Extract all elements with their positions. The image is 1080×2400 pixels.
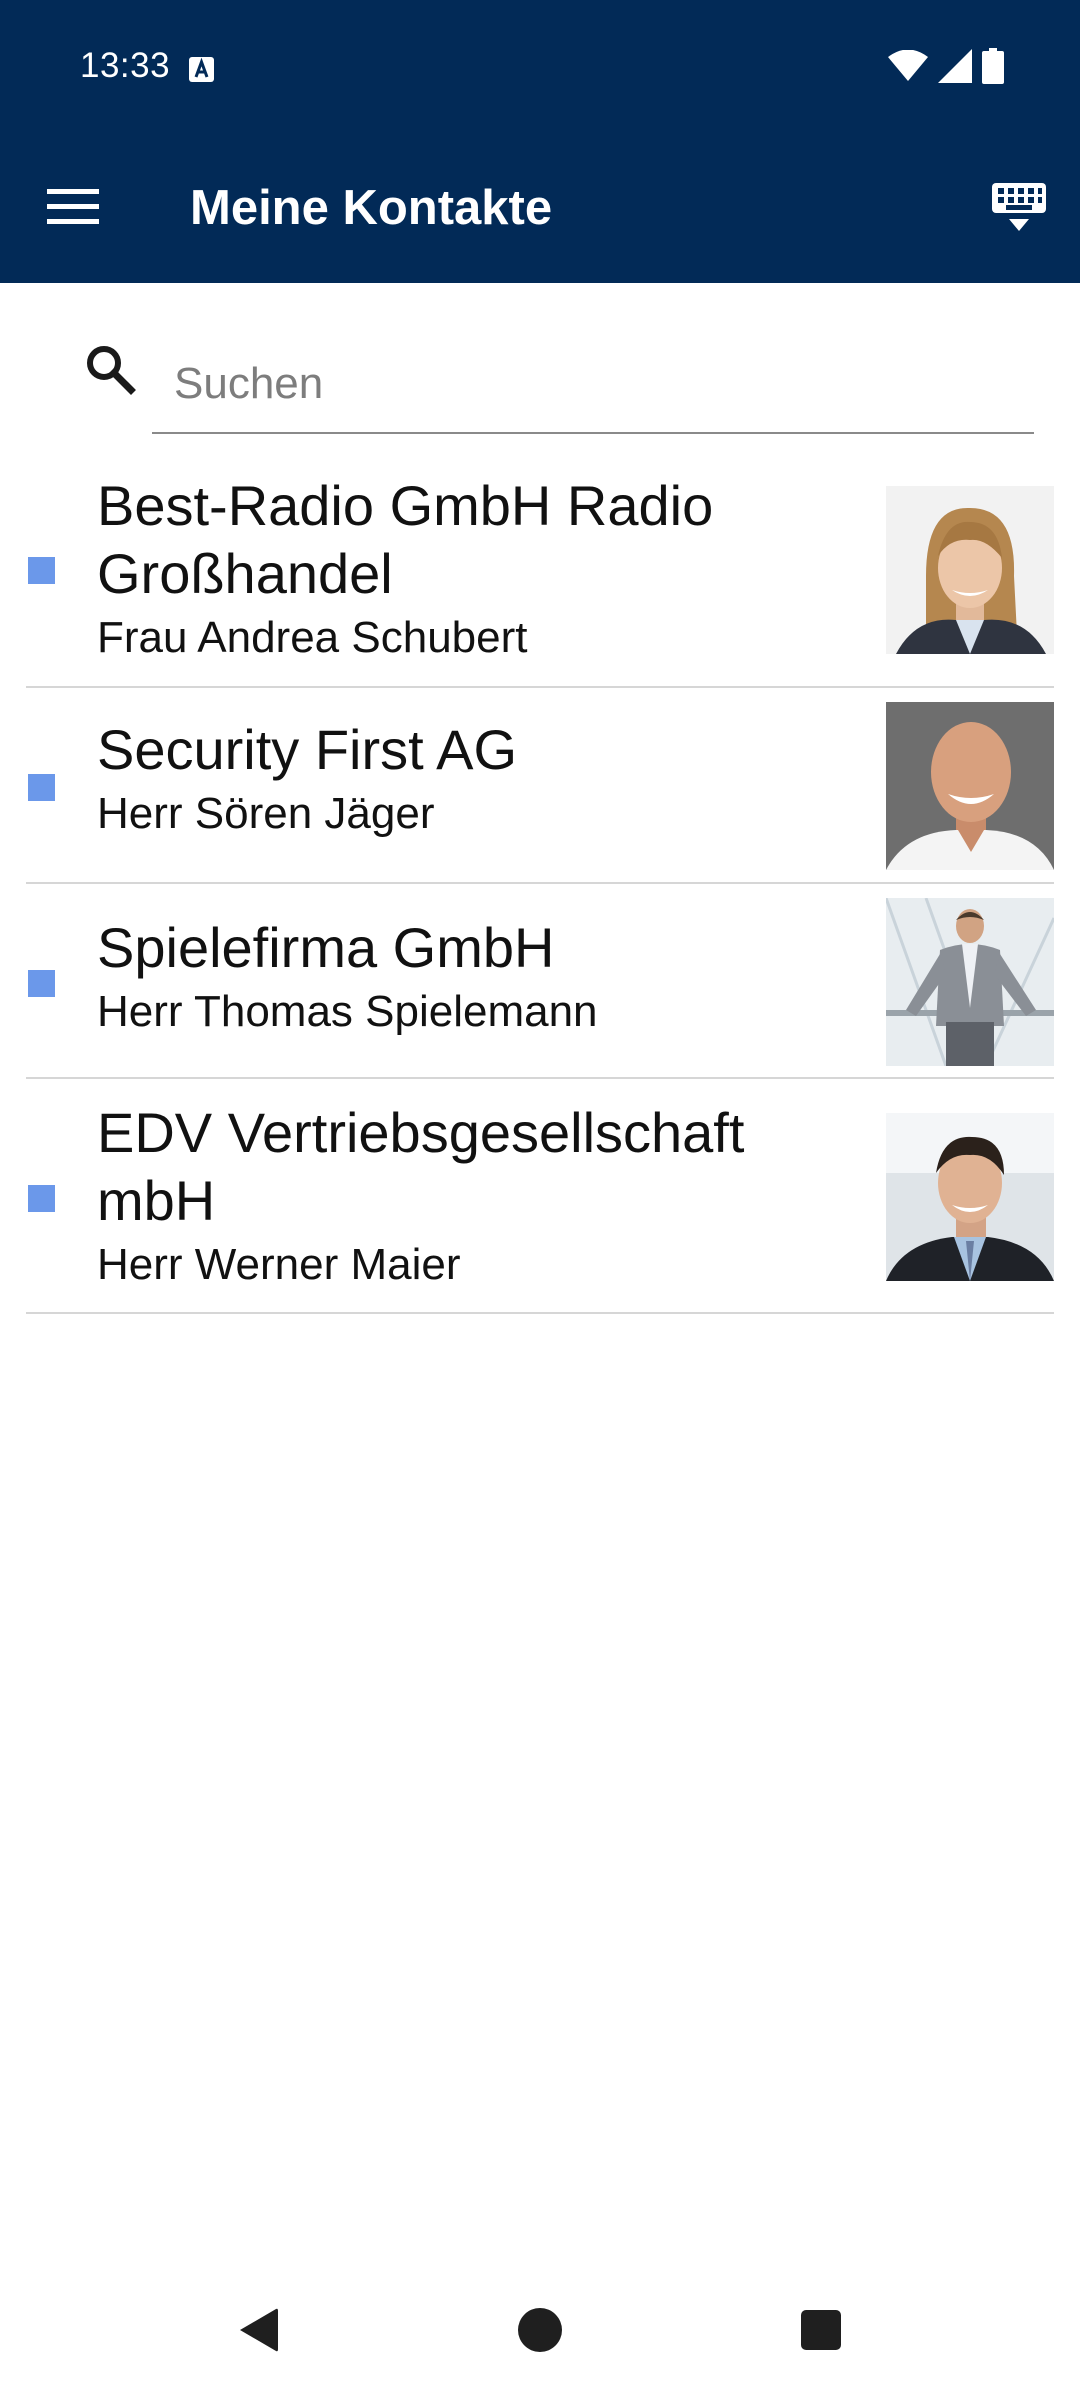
contact-list: Best-Radio GmbH Radio Großhandel Frau An…: [26, 460, 1054, 1314]
contact-text: Spielefirma GmbH Herr Thomas Spielemann: [97, 914, 877, 1042]
back-button[interactable]: [218, 2292, 298, 2372]
top-bar: 13:33 Meine Kontakte: [0, 0, 1080, 283]
home-button[interactable]: [500, 2292, 580, 2372]
company-name: EDV Vertriebsgesellschaft: [97, 1101, 745, 1164]
list-item[interactable]: EDV Vertriebsgesellschaft mbH Herr Werne…: [26, 1079, 1054, 1314]
company-name: Security First AG: [97, 718, 518, 781]
company-name: Spielefirma GmbH: [97, 916, 555, 979]
company-name-continued: mbH: [97, 1169, 216, 1232]
company-name: Best-Radio GmbH Radio: [97, 474, 714, 537]
contact-photo: [886, 486, 1054, 654]
a-notification-icon: [188, 56, 215, 83]
contact-text: EDV Vertriebsgesellschaft mbH Herr Werne…: [97, 1099, 877, 1295]
person-name: Herr Thomas Spielemann: [97, 987, 598, 1036]
wifi-icon: [888, 49, 928, 87]
contact-marker: [28, 970, 55, 997]
status-icons: [888, 47, 1004, 89]
search-bar: [0, 283, 1080, 443]
contact-marker: [28, 1185, 55, 1212]
search-input[interactable]: [152, 335, 1034, 434]
list-item[interactable]: Spielefirma GmbH Herr Thomas Spielemann: [26, 884, 1054, 1079]
contact-photo: [886, 1113, 1054, 1281]
person-name: Herr Sören Jäger: [97, 789, 435, 838]
battery-icon: [982, 47, 1004, 89]
status-bar: 13:33: [0, 0, 1080, 132]
home-icon: [517, 2307, 563, 2358]
navigation-bar: [0, 2262, 1080, 2400]
contact-text: Best-Radio GmbH Radio Großhandel Frau An…: [97, 472, 877, 668]
app-bar: Meine Kontakte: [0, 132, 1080, 283]
contact-photo: [886, 898, 1054, 1066]
contact-text: Security First AG Herr Sören Jäger: [97, 716, 877, 844]
keyboard-hide-icon: [992, 182, 1046, 238]
menu-button[interactable]: [40, 176, 106, 242]
company-name-continued: Großhandel: [97, 542, 393, 605]
list-item[interactable]: Best-Radio GmbH Radio Großhandel Frau An…: [26, 460, 1054, 688]
person-name: Frau Andrea Schubert: [97, 613, 528, 662]
back-icon: [236, 2307, 280, 2358]
menu-icon: [47, 187, 99, 232]
signal-icon: [938, 48, 972, 88]
recents-button[interactable]: [781, 2292, 861, 2372]
contact-marker: [28, 774, 55, 801]
search-icon: [84, 343, 136, 395]
status-time: 13:33: [80, 46, 171, 85]
contact-marker: [28, 557, 55, 584]
contact-photo: [886, 702, 1054, 870]
page-title: Meine Kontakte: [190, 181, 553, 235]
list-item[interactable]: Security First AG Herr Sören Jäger: [26, 688, 1054, 884]
recents-icon: [800, 2309, 842, 2356]
person-name: Herr Werner Maier: [97, 1240, 461, 1289]
keyboard-toggle-button[interactable]: [986, 180, 1052, 240]
